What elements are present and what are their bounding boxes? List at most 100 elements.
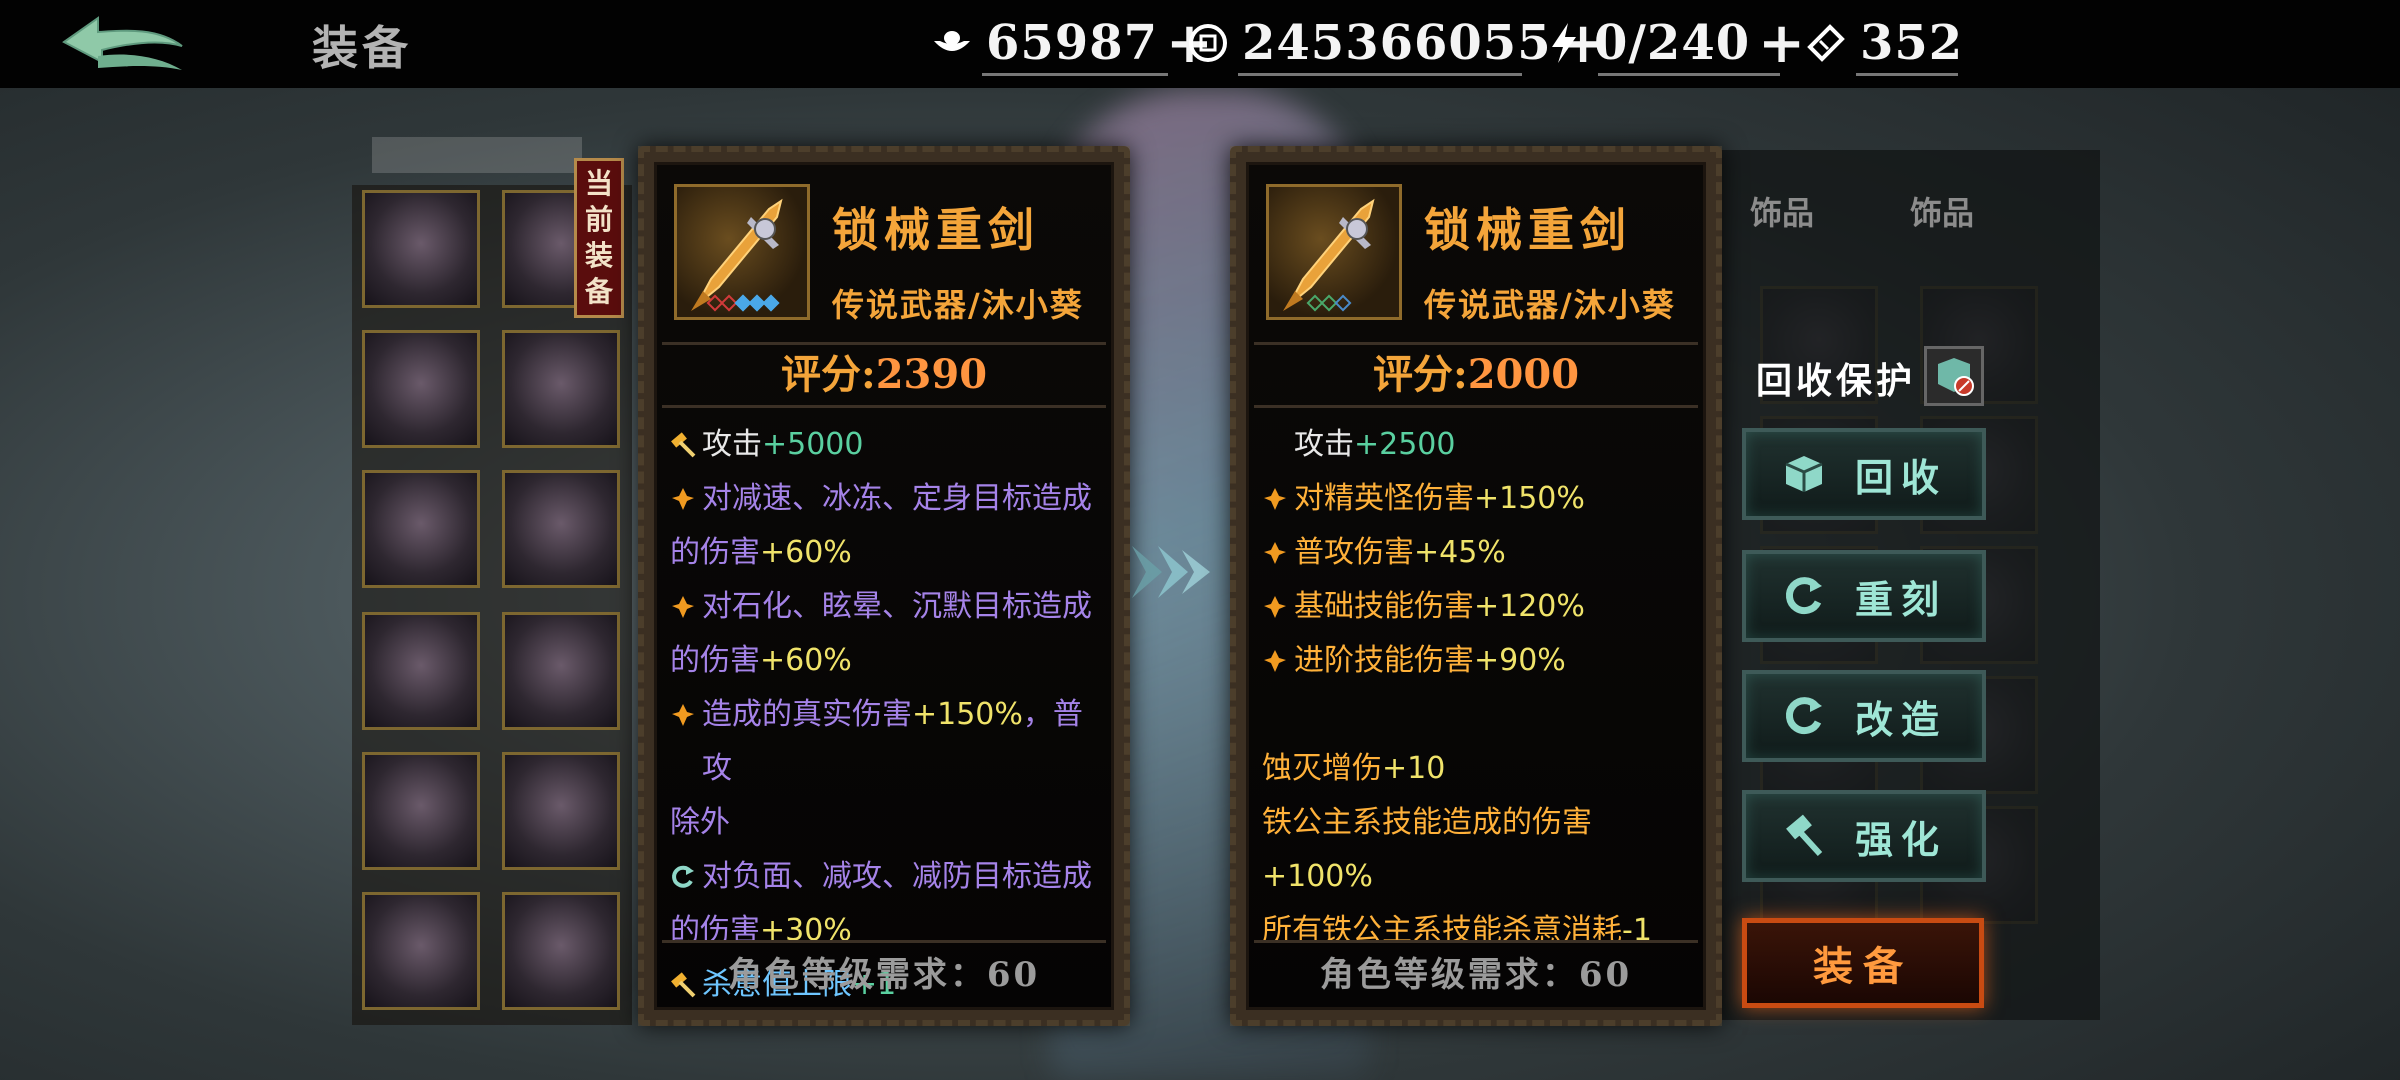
level-requirement: 角色等级需求：60: [1254, 940, 1698, 1010]
inventory-slot[interactable]: [362, 892, 480, 1010]
inventory-slot[interactable]: [502, 612, 620, 730]
flame-icon: [670, 486, 696, 512]
item-icon[interactable]: [674, 184, 810, 320]
top-bar: 装备 65987 + 245366055 + 0/240 + 352: [0, 0, 2400, 88]
refresh-icon: [670, 864, 696, 890]
attribute-text: 造成的真实伤害: [702, 697, 912, 732]
attribute-text: +150%: [912, 697, 1023, 732]
inventory-slot[interactable]: [362, 190, 480, 308]
attribute-text: +60%: [760, 643, 852, 678]
inventory-tab-strip: [372, 137, 582, 173]
tag-char: 当: [584, 167, 613, 200]
ticket-amount: 352: [1860, 15, 1964, 71]
attribute-row: 进阶技能伤害+90%: [1262, 634, 1696, 688]
attribute-row: 的伤害+60%: [670, 634, 1104, 688]
tag-char: 备: [584, 275, 613, 308]
refresh-icon: [1781, 573, 1827, 619]
back-button[interactable]: [58, 12, 188, 78]
recycle-button[interactable]: 回收: [1742, 428, 1986, 520]
recycle-protection-label: 回收保护: [1756, 360, 1917, 402]
recycle-protection-toggle[interactable]: [1924, 346, 1984, 406]
attribute-text: +10: [1382, 751, 1446, 786]
score-value: 2000: [1467, 351, 1580, 398]
silver-amount: 65987: [986, 15, 1158, 71]
score-label: 评分:: [780, 351, 876, 398]
score-value: 2390: [875, 351, 988, 398]
current-item-card: 锁械重剑 传说武器/沐小葵 评分:2390 攻击+5000 对减速、冰冻、定身目标…: [638, 146, 1130, 1026]
inventory-tab[interactable]: 饰品: [1750, 188, 1814, 234]
flame-icon: [670, 702, 696, 728]
hammer-icon: [670, 432, 696, 458]
recycle-button-label: 回收: [1854, 454, 1947, 500]
lightning-icon: [1548, 23, 1580, 63]
inventory-slot[interactable]: [362, 752, 480, 870]
flame-icon: [1262, 540, 1288, 566]
inventory-slot[interactable]: [502, 330, 620, 448]
item-name: 锁械重剑: [832, 203, 1040, 257]
inventory-slot[interactable]: [362, 330, 480, 448]
ticket-icon: [1806, 23, 1846, 63]
silver-resource[interactable]: 65987 +: [932, 14, 1213, 76]
attribute-row: 蚀灭增伤+10: [1262, 742, 1696, 796]
attribute-text: 普攻伤害: [1294, 535, 1414, 570]
attribute-row: 铁公主系技能造成的伤害 +100%: [1262, 796, 1696, 904]
inventory-slot[interactable]: [502, 892, 620, 1010]
attribute-text: +5000: [762, 427, 864, 462]
attribute-text: 攻击: [1294, 427, 1354, 462]
attribute-text: 除外: [670, 805, 730, 840]
add-stamina-button[interactable]: +: [1758, 15, 1805, 71]
attribute-text: 进阶技能伤害: [1294, 643, 1474, 678]
flame-icon: [1262, 648, 1288, 674]
attribute-list: 攻击+5000 对减速、冰冻、定身目标造成 的伤害+60% 对石化、眩晕、沉默目标造成…: [670, 418, 1104, 1012]
enhance-button[interactable]: 强化: [1742, 790, 1986, 882]
modify-button-label: 改造: [1854, 696, 1947, 742]
attribute-row: 造成的真实伤害+150%，普攻: [670, 688, 1104, 796]
enhance-button-label: 强化: [1854, 816, 1947, 862]
item-score: 评分:2390: [662, 342, 1106, 408]
inventory-tab[interactable]: 饰品: [1910, 188, 1974, 234]
item-icon[interactable]: [1266, 184, 1402, 320]
hammer-icon: [1781, 813, 1827, 859]
attribute-text: 的伤害: [670, 643, 760, 678]
attribute-row: 基础技能伤害+120%: [1262, 580, 1696, 634]
coin-amount: 245366055: [1242, 15, 1552, 71]
inventory-slot[interactable]: [362, 470, 480, 588]
attribute-text: 蚀灭增伤: [1262, 751, 1382, 786]
flame-icon: [670, 594, 696, 620]
compare-item-card: 锁械重剑 传说武器/沐小葵 评分:2000 攻击+2500 对精英怪伤害+150%…: [1230, 146, 1722, 1026]
ticket-resource[interactable]: 352: [1806, 14, 1962, 76]
protection-icon: [1938, 358, 1974, 396]
score-label: 评分:: [1372, 351, 1468, 398]
reforge-button[interactable]: 重刻: [1742, 550, 1986, 642]
attribute-row: 对精英怪伤害+150%: [1262, 472, 1696, 526]
recycle-icon: [1781, 451, 1827, 497]
attribute-text: 基础技能伤害: [1294, 589, 1474, 624]
page-title: 装备: [312, 21, 412, 75]
inventory-slot[interactable]: [362, 612, 480, 730]
stamina-resource[interactable]: 0/240 +: [1548, 14, 1805, 76]
modify-button[interactable]: 改造: [1742, 670, 1986, 762]
back-arrow-icon: [62, 16, 183, 70]
attribute-text: +60%: [760, 535, 852, 570]
attribute-row: 普攻伤害+45%: [1262, 526, 1696, 580]
equip-button[interactable]: 装备: [1742, 918, 1984, 1008]
gem-slots: [1306, 294, 1352, 312]
item-type: 传说武器/沐小葵: [832, 286, 1084, 324]
attribute-text: +120%: [1474, 589, 1585, 624]
item-name: 锁械重剑: [1424, 203, 1632, 257]
attribute-text: +90%: [1474, 643, 1566, 678]
gem-icon: [762, 294, 780, 312]
equip-button-label: 装备: [1813, 943, 1913, 990]
inventory-slot[interactable]: [502, 752, 620, 870]
coin-resource[interactable]: 245366055 +: [1188, 14, 1607, 76]
attribute-text: 对负面、减攻、减防目标造成: [702, 859, 1092, 894]
gem-icon: [1334, 294, 1352, 312]
current-equipment-tag: 当 前 装 备: [574, 158, 624, 318]
attribute-row: 对石化、眩晕、沉默目标造成: [670, 580, 1104, 634]
attribute-row: 除外: [670, 796, 1104, 850]
inventory-slot[interactable]: [502, 470, 620, 588]
attribute-text: +150%: [1474, 481, 1585, 516]
attribute-row: 对减速、冰冻、定身目标造成: [670, 472, 1104, 526]
attribute-text: 对石化、眩晕、沉默目标造成: [702, 589, 1092, 624]
